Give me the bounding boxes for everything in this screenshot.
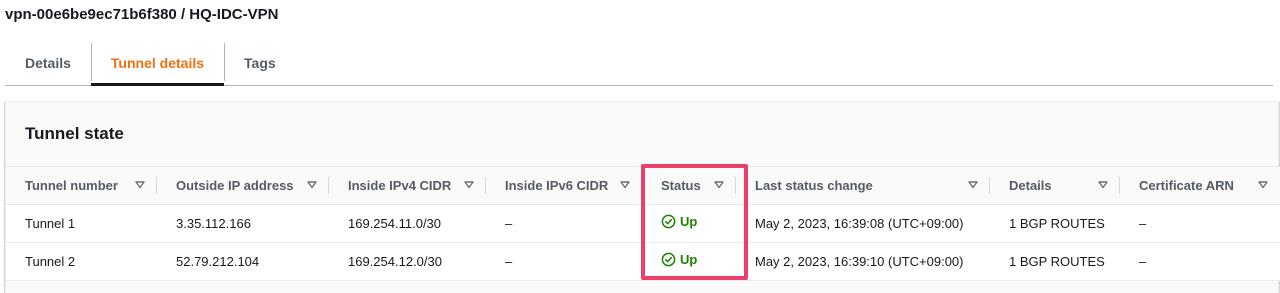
sort-caret-down-icon[interactable] [714,181,724,189]
tab-tags[interactable]: Tags [224,40,296,85]
sort-caret-down-icon[interactable] [1258,181,1268,189]
cell-certificate-arn: – [1120,242,1280,281]
column-header-tunnel-number[interactable]: Tunnel number [6,167,157,205]
cell-details: 1 BGP ROUTES [990,242,1120,281]
table-row: Tunnel 2 52.79.212.104 169.254.12.0/30 –… [6,242,1280,281]
status-label: Up [680,252,698,267]
status-indicator: Up [661,214,697,229]
tunnel-state-table: Tunnel number Outside IP address Inside … [6,167,1280,281]
column-header-inside-ipv4[interactable]: Inside IPv4 CIDR [329,167,486,205]
column-header-status[interactable]: Status [642,167,736,205]
cell-last-status-change: May 2, 2023, 16:39:10 (UTC+09:00) [736,242,990,281]
cell-status: Up [642,242,736,281]
column-header-details[interactable]: Details [990,167,1120,205]
cell-details: 1 BGP ROUTES [990,204,1120,243]
column-label: Outside IP address [176,177,294,193]
sort-caret-down-icon[interactable] [135,181,145,189]
cell-last-status-change: May 2, 2023, 16:39:08 (UTC+09:00) [736,204,990,243]
column-label: Certificate ARN [1139,177,1234,193]
cell-inside-ipv4: 169.254.12.0/30 [329,242,486,281]
check-circle-icon [661,214,676,229]
tab-bar: Details Tunnel details Tags [5,40,1273,86]
table-header-row: Tunnel number Outside IP address Inside … [6,167,1280,205]
sort-caret-down-icon[interactable] [620,181,630,189]
column-header-inside-ipv6[interactable]: Inside IPv6 CIDR [486,167,642,205]
cell-tunnel-number: Tunnel 2 [6,242,157,281]
panel-header: Tunnel state [6,102,1278,167]
cell-status: Up [642,204,736,243]
column-header-outside-ip[interactable]: Outside IP address [157,167,329,205]
cell-inside-ipv6: – [486,242,642,281]
sort-caret-down-icon[interactable] [464,181,474,189]
tab-tunnel-details[interactable]: Tunnel details [90,40,225,86]
cell-inside-ipv4: 169.254.11.0/30 [329,204,486,243]
panel-title: Tunnel state [25,124,124,143]
column-label: Inside IPv4 CIDR [348,177,452,193]
cell-certificate-arn: – [1120,204,1280,243]
tunnel-state-panel: Tunnel state Tunnel number Outside IP ad… [5,101,1280,293]
check-circle-icon [661,252,676,267]
status-indicator: Up [661,252,697,267]
tab-details[interactable]: Details [5,40,91,85]
cell-inside-ipv6: – [486,204,642,243]
column-label: Tunnel number [25,177,118,193]
column-label: Inside IPv6 CIDR [505,177,609,193]
cell-outside-ip: 3.35.112.166 [157,204,329,243]
status-label: Up [680,214,698,229]
sort-caret-down-icon[interactable] [968,181,978,189]
column-label: Last status change [755,177,873,193]
page-title: vpn-00e6be9ec71b6f380 / HQ-IDC-VPN [5,6,279,23]
column-label: Details [1009,177,1052,193]
cell-outside-ip: 52.79.212.104 [157,242,329,281]
column-header-last-status-change[interactable]: Last status change [736,167,990,205]
cell-tunnel-number: Tunnel 1 [6,204,157,243]
vpn-tunnel-details-page: vpn-00e6be9ec71b6f380 / HQ-IDC-VPN Detai… [0,0,1280,293]
sort-caret-down-icon[interactable] [1098,181,1108,189]
column-header-certificate-arn[interactable]: Certificate ARN [1120,167,1280,205]
column-label: Status [661,177,701,193]
sort-caret-down-icon[interactable] [307,181,317,189]
table-row: Tunnel 1 3.35.112.166 169.254.11.0/30 – … [6,204,1280,243]
